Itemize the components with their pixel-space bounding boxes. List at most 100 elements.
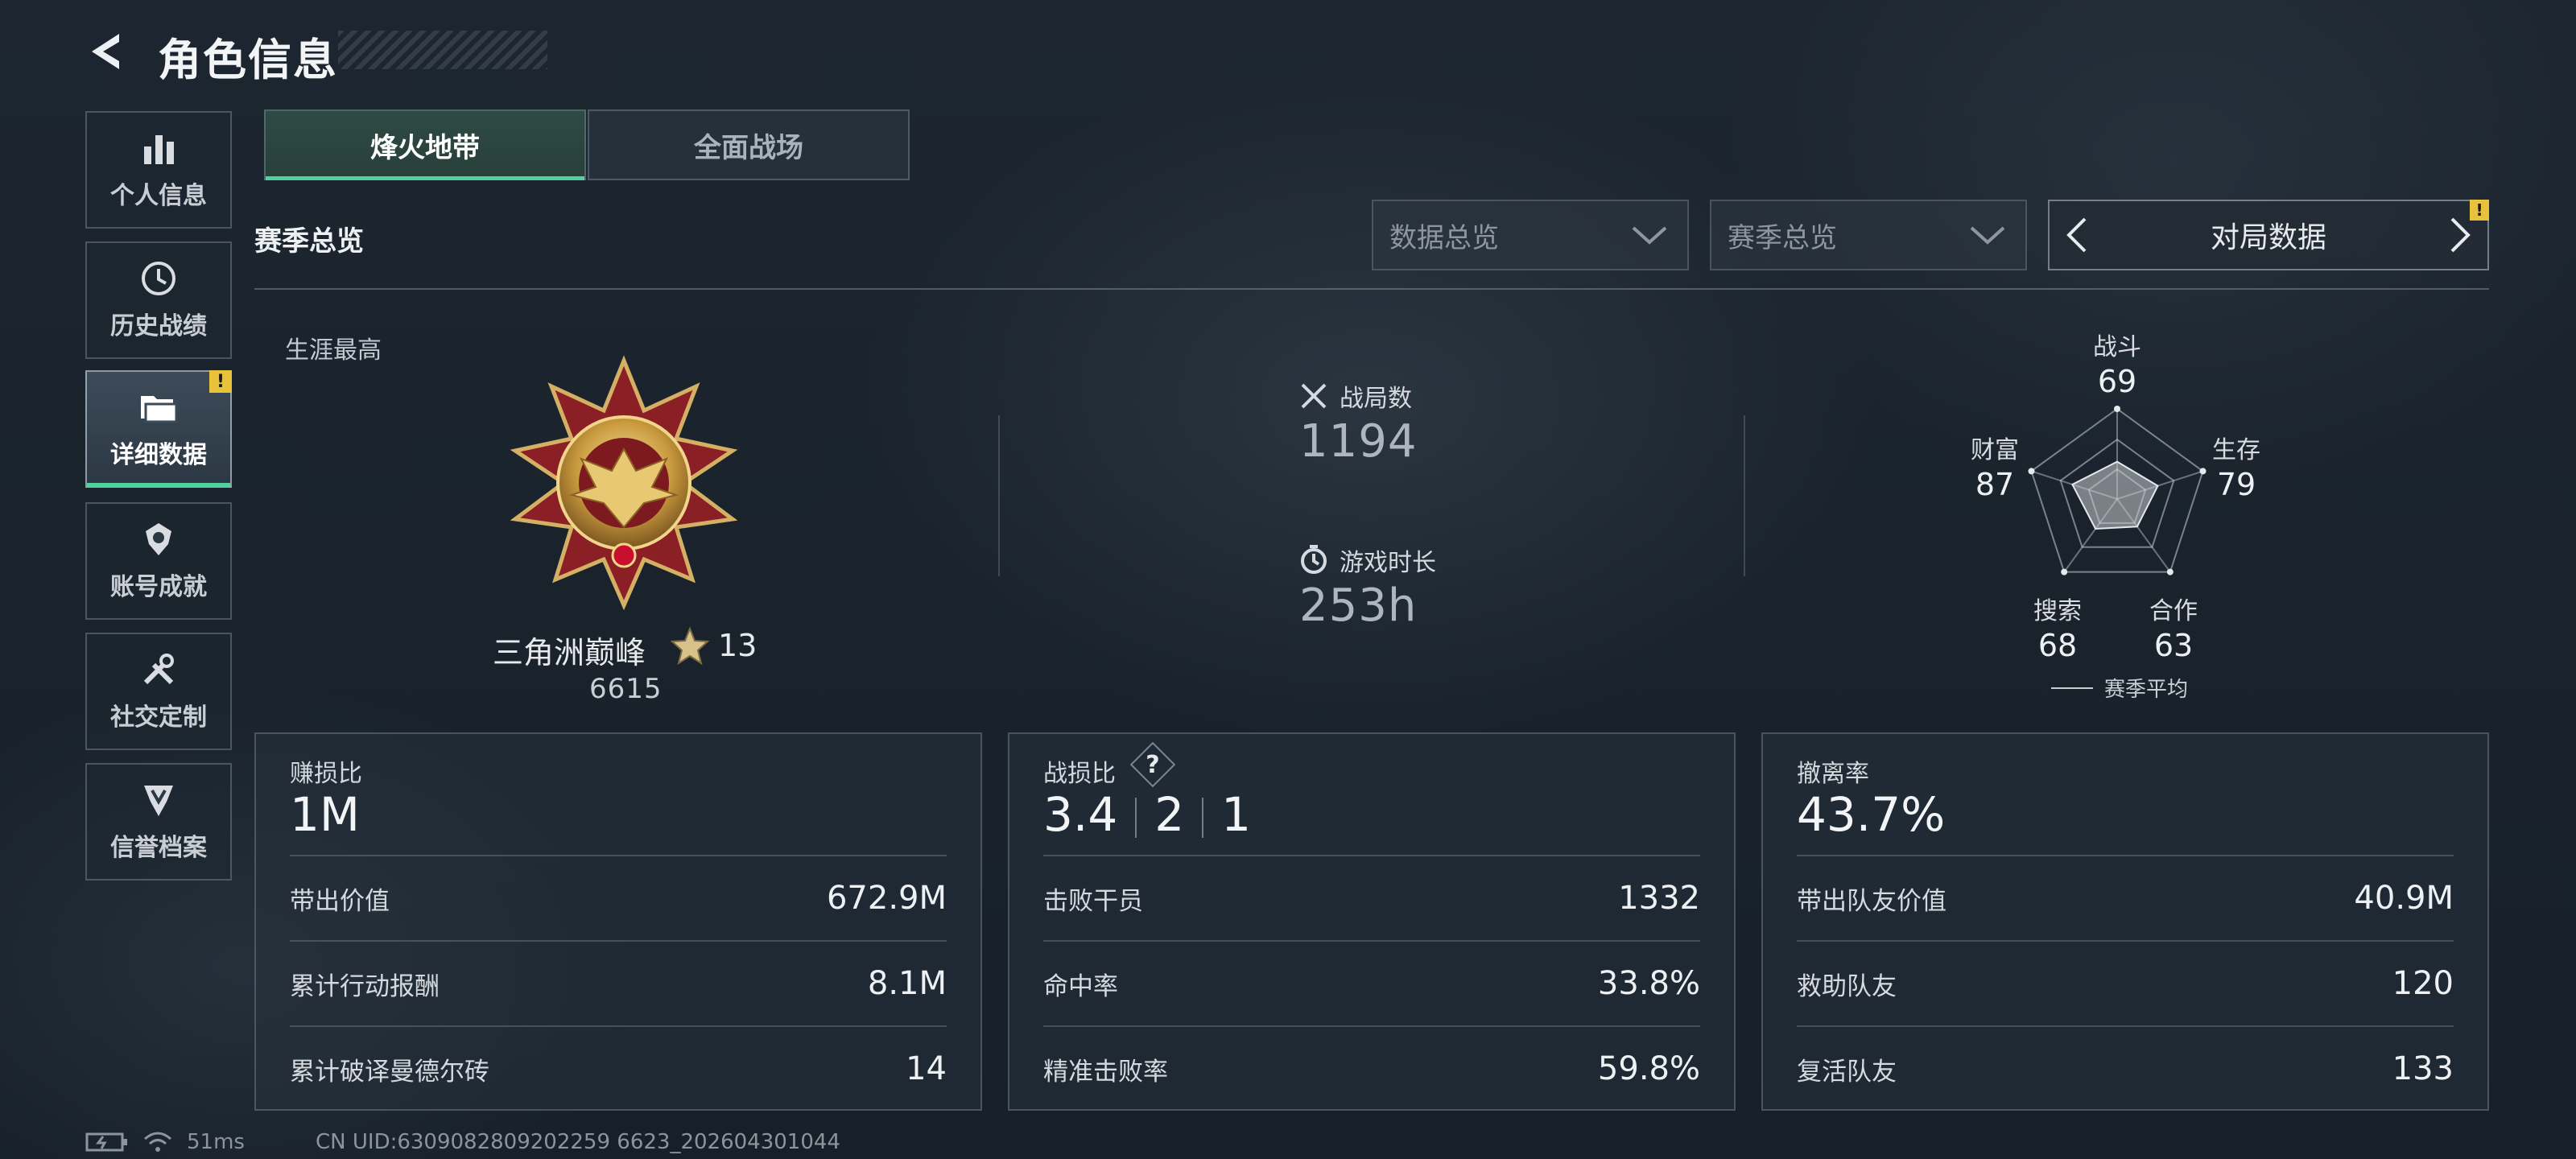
stat-row-label: 击败干员	[1043, 886, 1143, 916]
nav-item-achievements[interactable]: 账号成就	[85, 502, 232, 620]
pipe-divider	[1135, 797, 1137, 838]
card-title: 战损比	[1043, 760, 1116, 788]
card-main-value: 43.7%	[1797, 787, 1946, 842]
star-icon	[670, 626, 710, 666]
alert-badge: !	[2470, 200, 2489, 221]
stat-row-label: 命中率	[1043, 971, 1118, 1001]
radar-label-wealth: 财富	[1971, 436, 2019, 464]
kd-ratio-value: 3.4	[1043, 787, 1118, 842]
rank-score: 6615	[589, 673, 663, 705]
nav-item-label: 账号成就	[110, 573, 207, 601]
nav-item-personal-info[interactable]: 个人信息	[85, 111, 232, 229]
stat-row-value: 120	[2392, 965, 2454, 1002]
battery-icon	[85, 1132, 127, 1152]
stat-row: 带出队友价值 40.9M	[1797, 855, 2454, 940]
radar-value-search: 68	[2037, 628, 2078, 663]
profit-ratio-card: 赚损比 1M 带出价值 672.9M 累计行动报酬 8.1M 累计破译曼德尔砖 …	[254, 732, 982, 1111]
chevron-left-icon[interactable]	[2064, 216, 2088, 254]
card-main-value: 1M	[290, 787, 360, 842]
chevron-down-icon	[1632, 226, 1667, 245]
season-overview-dropdown[interactable]: 赛季总览	[1710, 200, 2027, 270]
radar-label-cooperation: 合作	[2149, 597, 2198, 625]
history-clock-icon	[142, 262, 175, 295]
radar-value-survival: 79	[2216, 467, 2256, 502]
user-uid: CN UID:6309082809202259 6623_20260430104…	[316, 1130, 840, 1154]
radar-vertex-dot	[2166, 568, 2174, 575]
radar-value-wealth: 87	[1975, 467, 2015, 502]
kills-value: 2	[1154, 787, 1185, 842]
stat-row-value: 40.9M	[2354, 880, 2454, 917]
radar-legend: 赛季平均	[2104, 678, 2189, 702]
status-bar: 51ms	[85, 1130, 245, 1154]
playtime-value: 253h	[1299, 580, 1418, 632]
tab-full-battlefield[interactable]: 全面战场	[588, 109, 910, 180]
playtime-label: 游戏时长	[1340, 549, 1436, 577]
nav-item-label: 历史战绩	[110, 312, 207, 340]
nav-item-social[interactable]: 社交定制	[85, 633, 232, 750]
stat-row: 击败干员 1332	[1043, 855, 1700, 940]
stat-row-label: 带出队友价值	[1797, 886, 1946, 916]
latency-value: 51ms	[187, 1130, 245, 1154]
tab-fire-zone[interactable]: 烽火地带	[264, 109, 586, 180]
page-title: 角色信息	[158, 35, 338, 85]
folder-icon	[141, 396, 178, 423]
extraction-rate-card: 撤离率 43.7% 带出队友价值 40.9M 救助队友 120 复活队友 133	[1761, 732, 2489, 1111]
stat-row-label: 累计行动报酬	[290, 971, 440, 1001]
stat-row: 带出价值 672.9M	[290, 855, 947, 940]
rank-name: 三角洲巅峰	[493, 635, 646, 670]
dropdown-value: 数据总览	[1389, 221, 1499, 254]
chevron-right-icon[interactable]	[2449, 216, 2473, 254]
radar-value-cooperation: 63	[2153, 628, 2194, 663]
matches-label: 战局数	[1340, 385, 1412, 413]
nav-item-credit[interactable]: 信誉档案	[85, 763, 232, 881]
stopwatch-icon	[1301, 545, 1327, 574]
stat-row-label: 累计破译曼德尔砖	[290, 1057, 489, 1087]
divider	[998, 415, 1000, 576]
stat-row-value: 1332	[1618, 880, 1700, 917]
stat-row-label: 带出价值	[290, 886, 390, 916]
nav-item-label: 社交定制	[110, 703, 207, 732]
wifi-icon	[144, 1132, 171, 1152]
alert-badge: !	[209, 370, 232, 393]
section-title: 赛季总览	[254, 225, 364, 258]
stat-row: 救助队友 120	[1797, 940, 2454, 1025]
stat-row-value: 133	[2392, 1050, 2454, 1087]
stat-row-label: 救助队友	[1797, 971, 1897, 1001]
nav-item-detailed-data[interactable]: 详细数据 !	[85, 370, 232, 488]
nav-item-history[interactable]: 历史战绩	[85, 241, 232, 359]
help-icon[interactable]: ?	[1137, 749, 1169, 781]
back-arrow-icon	[92, 34, 119, 69]
kd-ratio-card: 战损比 3.4 2 1 击败干员 1332 命中率 33.8% 精准击败率 59.8…	[1008, 732, 1736, 1111]
rank-medal-icon	[510, 355, 738, 611]
radar-value-combat: 69	[2097, 364, 2137, 399]
stat-row-value: 14	[906, 1050, 947, 1087]
tools-icon	[143, 654, 174, 685]
back-button[interactable]	[84, 27, 132, 76]
match-data-pager: 对局数据 !	[2048, 200, 2489, 270]
rank-star-count: 13	[718, 628, 758, 663]
credit-shield-icon	[144, 786, 173, 816]
dropdown-value: 赛季总览	[1728, 221, 1837, 254]
stat-row: 精准击败率 59.8%	[1043, 1025, 1700, 1111]
stat-row-label: 复活队友	[1797, 1057, 1897, 1087]
stat-row: 累计行动报酬 8.1M	[290, 940, 947, 1025]
data-overview-dropdown[interactable]: 数据总览	[1372, 200, 1689, 270]
career-best-label: 生涯最高	[285, 336, 382, 365]
legend-line	[2051, 687, 2093, 689]
section-divider	[254, 288, 2489, 290]
nav-item-label: 详细数据	[110, 441, 207, 469]
header-decoration	[338, 31, 547, 69]
radar-label-search: 搜索	[2033, 597, 2082, 625]
bar-chart-icon	[144, 135, 174, 164]
stat-row-label: 精准击败率	[1043, 1057, 1168, 1087]
achievement-icon	[146, 523, 171, 555]
radar-label-survival: 生存	[2212, 436, 2260, 464]
pager-label: 对局数据	[2210, 221, 2326, 254]
radar-vertex-dot	[2114, 406, 2120, 412]
pipe-divider	[1202, 797, 1204, 838]
radar-label-combat: 战斗	[2093, 333, 2141, 361]
divider	[1744, 415, 1745, 576]
stat-row-value: 59.8%	[1597, 1050, 1700, 1087]
stat-row: 累计破译曼德尔砖 14	[290, 1025, 947, 1111]
matches-value: 1194	[1299, 415, 1418, 468]
